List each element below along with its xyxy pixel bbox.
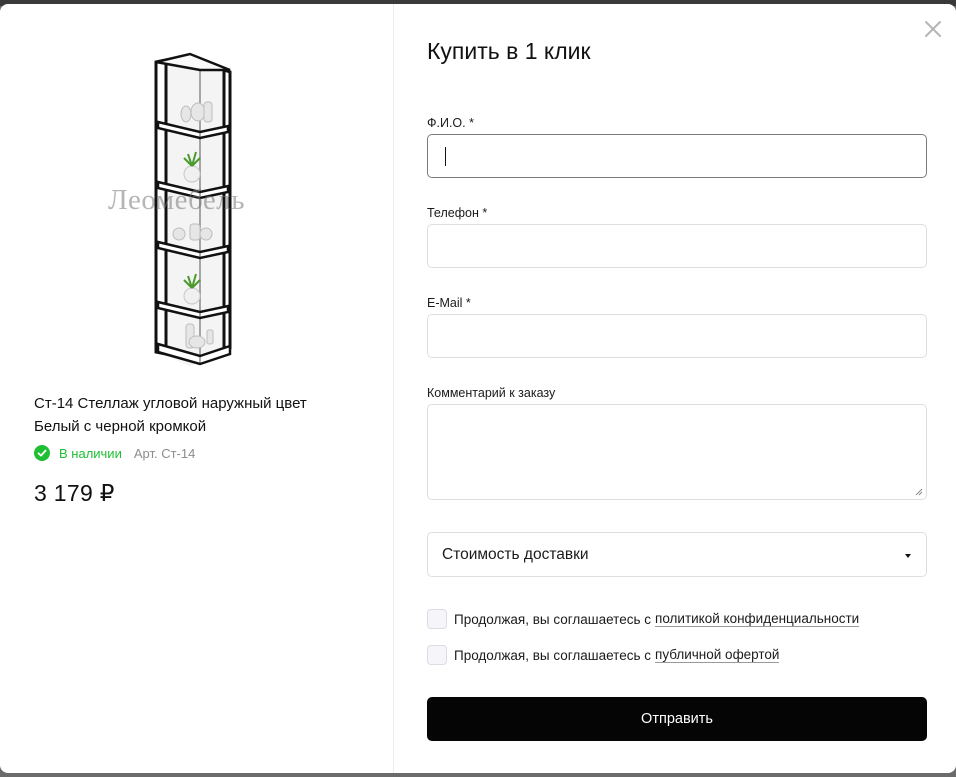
submit-button[interactable]: Отправить xyxy=(427,697,927,741)
check-circle-icon xyxy=(34,445,50,461)
stock-status: В наличии xyxy=(59,445,122,461)
consent-offer-checkbox[interactable] xyxy=(427,645,447,665)
comment-textarea[interactable] xyxy=(427,404,927,500)
consent-offer-row: Продолжая, вы соглашаетесь с публичной о… xyxy=(427,645,780,665)
consent-privacy-text: Продолжая, вы соглашаетесь с xyxy=(454,611,652,627)
triangle-down-icon xyxy=(905,554,911,558)
product-panel: Леомебель Ст-14 Стеллаж угловой наружный… xyxy=(0,4,394,773)
email-label: E-Mail * xyxy=(427,296,471,310)
resize-grip-icon[interactable] xyxy=(913,486,923,496)
close-button[interactable] xyxy=(922,18,944,40)
stock-row: В наличии Арт. Ст-14 xyxy=(34,444,195,462)
product-price: 3 179 ₽ xyxy=(34,480,115,506)
watermark-logo: Леомебель xyxy=(108,184,245,216)
order-form-panel: Купить в 1 клик Ф.И.О. * Телефон * E-Mai… xyxy=(395,4,956,773)
name-label: Ф.И.О. * xyxy=(427,116,474,130)
article-number: Арт. Ст-14 xyxy=(133,445,196,461)
privacy-policy-link[interactable]: политикой конфиденциальности xyxy=(655,611,860,627)
form-title: Купить в 1 клик xyxy=(427,38,591,64)
public-offer-link[interactable]: публичной офертой xyxy=(655,647,780,663)
phone-label: Телефон * xyxy=(427,206,488,220)
email-input[interactable] xyxy=(427,314,927,358)
consent-privacy-row: Продолжая, вы соглашаетесь с политикой к… xyxy=(427,609,860,629)
comment-label: Комментарий к заказу xyxy=(427,386,556,400)
consent-privacy-checkbox[interactable] xyxy=(427,609,447,629)
name-input[interactable] xyxy=(427,134,927,178)
close-icon xyxy=(925,21,941,37)
delivery-select-value: Стоимость доставки xyxy=(442,546,589,563)
product-title: Ст-14 Стеллаж угловой наружный цвет Белы… xyxy=(34,395,307,435)
consent-offer-text: Продолжая, вы соглашаетесь с xyxy=(454,647,652,663)
phone-input[interactable] xyxy=(427,224,927,268)
text-caret xyxy=(445,147,446,166)
delivery-cost-select[interactable]: Стоимость доставки xyxy=(427,532,927,577)
quick-buy-modal: Леомебель Ст-14 Стеллаж угловой наружный… xyxy=(0,4,956,773)
